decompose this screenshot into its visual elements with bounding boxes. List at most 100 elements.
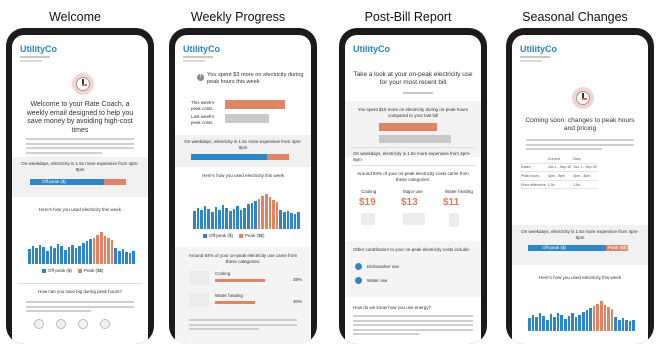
usage-bar [103,236,107,264]
usage-bar [528,318,531,331]
usage-bar [239,210,243,229]
phone-welcome: UtilityCo Welcome to your Rate Coach, a … [6,28,154,344]
usage-bar [567,316,571,331]
usage-bar-chart [28,220,136,264]
usage-bar [114,248,117,264]
phone-weekly-progress: UtilityCo ! You spent $3 more on electri… [169,28,317,344]
screen-welcome[interactable]: UtilityCo Welcome to your Rate Coach, a … [12,35,148,344]
clock-icon [72,73,94,95]
usage-bar [203,206,207,229]
appliance-icon [34,319,44,329]
offpeak-time-bar [528,245,606,251]
usage-bar [250,203,254,229]
cat-cooling: Cooling [361,189,377,194]
usage-bar [261,196,264,229]
weekday-note: On weekdays, electricity is 1.5x more ex… [184,139,302,150]
usage-bar [618,320,621,331]
cooling-share-bar [215,279,265,282]
legend-offpeak-swatch [42,269,46,273]
usage-bar [603,305,607,331]
usage-bar [49,246,53,264]
usage-bar [257,199,261,229]
usage-bar [268,197,272,229]
appliance-icon [56,319,66,329]
weekday-note: On weekdays, electricity is 1.5x more ex… [353,151,471,162]
intro-text [526,139,634,153]
divider [351,165,475,166]
table-row: Price difference 1.5x 1.8x [520,180,598,190]
screen-seasonal[interactable]: UtilityCo Coming soon: changes to peak h… [512,35,648,344]
offpeak-label: Off-peak ($) [542,245,566,250]
usage-bar [35,248,38,264]
tip-text [189,319,297,333]
usage-bar [272,200,275,229]
column-title-post-bill: Post-Bill Report [364,10,452,24]
usage-bar [128,253,132,264]
how-know-text [353,315,473,338]
table-cell: Dates [520,163,547,173]
column-title-weekly-progress: Weekly Progress [190,10,286,24]
usage-bar [67,247,71,264]
appliances-image [403,213,425,225]
water-heater-image [189,293,209,307]
usage-bar [42,247,45,264]
usage-bar [46,251,49,264]
phone-seasonal: UtilityCo Coming soon: changes to peak h… [506,28,654,344]
usage-bar [107,238,110,264]
usage-bar [290,213,293,229]
table-header-row: Current New [520,155,598,164]
appliance-icon [100,319,110,329]
water-heating-price: $11 [443,197,460,208]
cat-cooling: Cooling [215,271,231,276]
usage-bar [614,317,617,331]
other-title: Other contributors to your on-peak elect… [353,247,471,252]
table-header-cell: New [572,155,598,164]
peak-time-bar [104,179,126,185]
how-used-title: Here's how you used electricity this wee… [539,275,621,280]
table-cell: 1.5x [546,180,573,190]
usage-bar [600,301,603,331]
usage-bar [607,307,610,331]
brand-logo: UtilityCo [520,44,557,54]
usage-bar [125,252,128,264]
cooling-image [361,213,375,225]
usage-bar [610,309,614,331]
usage-bar [592,306,596,331]
offpeak-time-bar [191,154,267,160]
water-heating-share-bar [215,301,255,304]
column-title-seasonal: Seasonal Changes [522,10,628,24]
usage-bar [247,204,250,229]
usage-bar [542,316,545,331]
usage-bar [556,313,560,331]
clock-icon [572,87,594,109]
legend-peak-swatch [78,269,82,273]
usage-bar [214,207,218,229]
usage-bar [585,310,589,331]
intro-text [26,138,134,156]
usage-bar [207,209,210,229]
screen-weekly-progress[interactable]: UtilityCo ! You spent $3 more on electri… [175,35,311,344]
weekday-note: On weekdays, electricity is 1.5x more ex… [521,229,639,240]
table-header-cell: Current [546,155,573,164]
seasonal-headline: Coming soon: changes to peak hours and p… [525,117,635,132]
phone-post-bill: UtilityCo Take a look at your on-peak el… [339,28,487,344]
usage-bar [211,212,214,229]
usage-bar [286,211,290,229]
table-row: Dates Jun 1 - Sep 30 Jun 1 - Sep 30 [520,163,598,173]
usage-bar [200,210,203,229]
usage-bar [265,194,268,229]
usage-bar [596,304,599,331]
usage-bar [625,320,628,331]
usage-bar [74,248,78,264]
table-header-cell [520,155,547,164]
usage-bar [85,241,89,264]
divider [20,56,50,58]
screen-post-bill[interactable]: UtilityCo Take a look at your on-peak el… [345,35,481,344]
usage-bar [232,209,236,229]
usage-bar [225,208,228,229]
categories-title: Around 84% of your on-peak electricity u… [188,253,298,264]
brand-logo: UtilityCo [183,44,220,54]
usage-bar [574,317,578,331]
usage-bar [28,249,31,264]
usage-bar [196,208,200,229]
